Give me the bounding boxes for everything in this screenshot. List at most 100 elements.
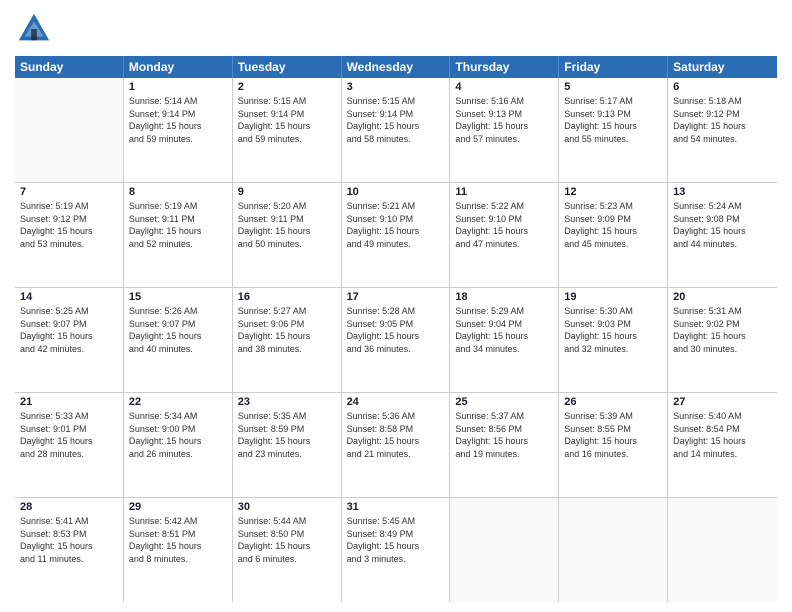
cal-cell-26: 26 Sunrise: 5:39 AM Sunset: 8:55 PM Dayli…	[559, 393, 668, 497]
day-info: Sunrise: 5:41 AM Sunset: 8:53 PM Dayligh…	[20, 515, 118, 565]
day-number: 21	[20, 396, 118, 408]
logo	[15, 10, 57, 48]
day-number: 3	[347, 81, 445, 93]
day-number: 13	[673, 186, 772, 198]
day-info: Sunrise: 5:19 AM Sunset: 9:12 PM Dayligh…	[20, 200, 118, 250]
day-number: 6	[673, 81, 772, 93]
cal-cell-17: 17Sunrise: 5:28 AM Sunset: 9:05 PM Dayli…	[342, 288, 451, 392]
day-number: 14	[20, 291, 118, 303]
day-number: 30	[238, 501, 336, 513]
cal-cell-15: 15Sunrise: 5:26 AM Sunset: 9:07 PM Dayli…	[124, 288, 233, 392]
day-info: Sunrise: 5:42 AM Sunset: 8:51 PM Dayligh…	[129, 515, 227, 565]
day-number: 16	[238, 291, 336, 303]
cal-cell-2: 2 Sunrise: 5:15 AM Sunset: 9:14 PM Daylig…	[233, 78, 342, 182]
calendar-header: SundayMondayTuesdayWednesdayThursdayFrid…	[15, 56, 777, 78]
day-info: Sunrise: 5:15 AM Sunset: 9:14 PM Dayligh…	[238, 95, 336, 145]
day-number: 22	[129, 396, 227, 408]
day-info: Sunrise: 5:35 AM Sunset: 8:59 PM Dayligh…	[238, 410, 336, 460]
day-info: Sunrise: 5:14 AM Sunset: 9:14 PM Dayligh…	[129, 95, 227, 145]
cal-header-thursday: Thursday	[450, 56, 559, 78]
day-number: 24	[347, 396, 445, 408]
cal-row-2: 14 Sunrise: 5:25 AM Sunset: 9:07 PM Dayli…	[15, 288, 777, 393]
page: SundayMondayTuesdayWednesdayThursdayFrid…	[0, 0, 792, 612]
day-number: 18	[455, 291, 553, 303]
day-info: Sunrise: 5:39 AM Sunset: 8:55 PM Dayligh…	[564, 410, 662, 460]
cal-cell-empty-4-6	[668, 498, 777, 602]
cal-cell-empty-4-4	[450, 498, 559, 602]
cal-cell-28: 28 Sunrise: 5:41 AM Sunset: 8:53 PM Dayli…	[15, 498, 124, 602]
cal-cell-27: 27 Sunrise: 5:40 AM Sunset: 8:54 PM Dayli…	[668, 393, 777, 497]
day-number: 10	[347, 186, 445, 198]
cal-cell-18: 18 Sunrise: 5:29 AM Sunset: 9:04 PM Dayli…	[450, 288, 559, 392]
day-number: 8	[129, 186, 227, 198]
day-info: Sunrise: 5:18 AM Sunset: 9:12 PM Dayligh…	[673, 95, 772, 145]
day-info: Sunrise: 5:26 AM Sunset: 9:07 PM Dayligh…	[129, 305, 227, 355]
calendar-body: 1 Sunrise: 5:14 AM Sunset: 9:14 PM Daylig…	[15, 78, 777, 602]
cal-cell-5: 5Sunrise: 5:17 AM Sunset: 9:13 PM Daylig…	[559, 78, 668, 182]
day-number: 1	[129, 81, 227, 93]
day-info: Sunrise: 5:15 AM Sunset: 9:14 PM Dayligh…	[347, 95, 445, 145]
cal-cell-3: 3 Sunrise: 5:15 AM Sunset: 9:14 PM Daylig…	[342, 78, 451, 182]
day-info: Sunrise: 5:21 AM Sunset: 9:10 PM Dayligh…	[347, 200, 445, 250]
cal-cell-4: 4Sunrise: 5:16 AM Sunset: 9:13 PM Daylig…	[450, 78, 559, 182]
day-number: 29	[129, 501, 227, 513]
day-number: 11	[455, 186, 553, 198]
day-number: 19	[564, 291, 662, 303]
day-info: Sunrise: 5:37 AM Sunset: 8:56 PM Dayligh…	[455, 410, 553, 460]
day-number: 23	[238, 396, 336, 408]
calendar: SundayMondayTuesdayWednesdayThursdayFrid…	[15, 56, 777, 602]
day-info: Sunrise: 5:30 AM Sunset: 9:03 PM Dayligh…	[564, 305, 662, 355]
cal-header-sunday: Sunday	[15, 56, 124, 78]
day-number: 26	[564, 396, 662, 408]
day-number: 31	[347, 501, 445, 513]
day-number: 20	[673, 291, 772, 303]
cal-cell-9: 9 Sunrise: 5:20 AM Sunset: 9:11 PM Daylig…	[233, 183, 342, 287]
cal-row-3: 21 Sunrise: 5:33 AM Sunset: 9:01 PM Dayli…	[15, 393, 777, 498]
cal-header-tuesday: Tuesday	[233, 56, 342, 78]
day-info: Sunrise: 5:27 AM Sunset: 9:06 PM Dayligh…	[238, 305, 336, 355]
logo-icon	[15, 10, 53, 48]
day-info: Sunrise: 5:45 AM Sunset: 8:49 PM Dayligh…	[347, 515, 445, 565]
day-info: Sunrise: 5:29 AM Sunset: 9:04 PM Dayligh…	[455, 305, 553, 355]
cal-cell-25: 25 Sunrise: 5:37 AM Sunset: 8:56 PM Dayli…	[450, 393, 559, 497]
day-number: 25	[455, 396, 553, 408]
cal-header-saturday: Saturday	[668, 56, 777, 78]
day-info: Sunrise: 5:19 AM Sunset: 9:11 PM Dayligh…	[129, 200, 227, 250]
cal-cell-7: 7 Sunrise: 5:19 AM Sunset: 9:12 PM Daylig…	[15, 183, 124, 287]
day-number: 5	[564, 81, 662, 93]
cal-cell-22: 22 Sunrise: 5:34 AM Sunset: 9:00 PM Dayli…	[124, 393, 233, 497]
day-info: Sunrise: 5:25 AM Sunset: 9:07 PM Dayligh…	[20, 305, 118, 355]
day-info: Sunrise: 5:20 AM Sunset: 9:11 PM Dayligh…	[238, 200, 336, 250]
cal-cell-20: 20Sunrise: 5:31 AM Sunset: 9:02 PM Dayli…	[668, 288, 777, 392]
day-info: Sunrise: 5:33 AM Sunset: 9:01 PM Dayligh…	[20, 410, 118, 460]
cal-cell-23: 23 Sunrise: 5:35 AM Sunset: 8:59 PM Dayli…	[233, 393, 342, 497]
day-number: 2	[238, 81, 336, 93]
cal-cell-empty-4-5	[559, 498, 668, 602]
day-number: 12	[564, 186, 662, 198]
day-number: 7	[20, 186, 118, 198]
cal-cell-19: 19 Sunrise: 5:30 AM Sunset: 9:03 PM Dayli…	[559, 288, 668, 392]
cal-header-friday: Friday	[559, 56, 668, 78]
day-number: 28	[20, 501, 118, 513]
day-number: 4	[455, 81, 553, 93]
day-info: Sunrise: 5:24 AM Sunset: 9:08 PM Dayligh…	[673, 200, 772, 250]
cal-cell-1: 1 Sunrise: 5:14 AM Sunset: 9:14 PM Daylig…	[124, 78, 233, 182]
cal-header-wednesday: Wednesday	[342, 56, 451, 78]
cal-cell-24: 24 Sunrise: 5:36 AM Sunset: 8:58 PM Dayli…	[342, 393, 451, 497]
day-info: Sunrise: 5:34 AM Sunset: 9:00 PM Dayligh…	[129, 410, 227, 460]
day-info: Sunrise: 5:36 AM Sunset: 8:58 PM Dayligh…	[347, 410, 445, 460]
cal-cell-16: 16 Sunrise: 5:27 AM Sunset: 9:06 PM Dayli…	[233, 288, 342, 392]
cal-cell-11: 11Sunrise: 5:22 AM Sunset: 9:10 PM Dayli…	[450, 183, 559, 287]
cal-cell-8: 8 Sunrise: 5:19 AM Sunset: 9:11 PM Daylig…	[124, 183, 233, 287]
header	[15, 10, 777, 48]
day-info: Sunrise: 5:40 AM Sunset: 8:54 PM Dayligh…	[673, 410, 772, 460]
cal-cell-13: 13 Sunrise: 5:24 AM Sunset: 9:08 PM Dayli…	[668, 183, 777, 287]
cal-cell-21: 21 Sunrise: 5:33 AM Sunset: 9:01 PM Dayli…	[15, 393, 124, 497]
cal-row-1: 7 Sunrise: 5:19 AM Sunset: 9:12 PM Daylig…	[15, 183, 777, 288]
day-info: Sunrise: 5:44 AM Sunset: 8:50 PM Dayligh…	[238, 515, 336, 565]
cal-row-4: 28 Sunrise: 5:41 AM Sunset: 8:53 PM Dayli…	[15, 498, 777, 602]
day-number: 27	[673, 396, 772, 408]
cal-row-0: 1 Sunrise: 5:14 AM Sunset: 9:14 PM Daylig…	[15, 78, 777, 183]
cal-cell-31: 31 Sunrise: 5:45 AM Sunset: 8:49 PM Dayli…	[342, 498, 451, 602]
day-number: 9	[238, 186, 336, 198]
